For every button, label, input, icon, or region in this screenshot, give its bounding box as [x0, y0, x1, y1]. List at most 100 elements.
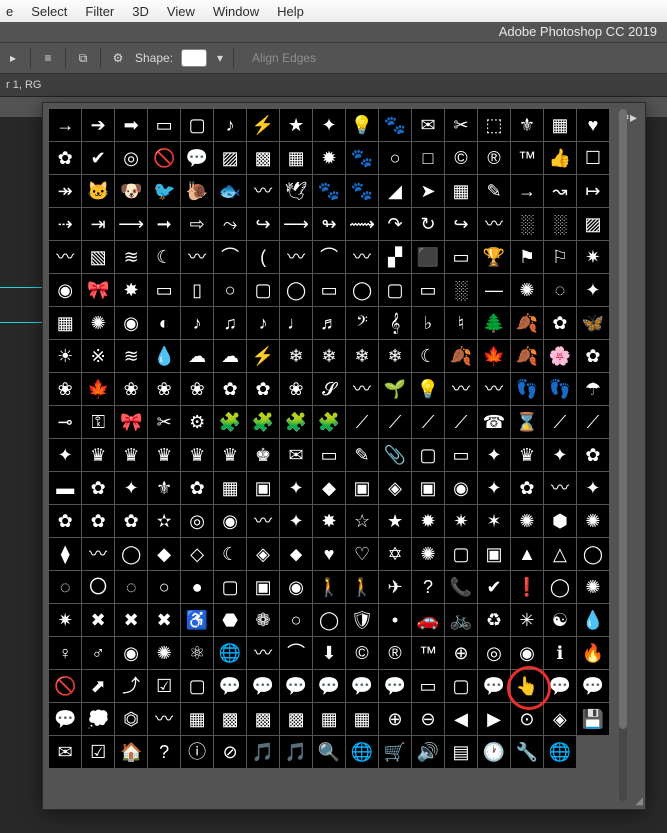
shape-thumb[interactable]: ▤	[445, 736, 477, 768]
shape-thumb[interactable]: 🎵	[247, 736, 279, 768]
shape-thumb[interactable]: 💬	[478, 670, 510, 702]
shape-thumb[interactable]: ⟋	[544, 406, 576, 438]
menu-item[interactable]: e	[6, 4, 13, 19]
align-edges-label[interactable]: Align Edges	[252, 51, 316, 65]
shape-thumb[interactable]: ◌	[49, 571, 81, 603]
shape-thumb[interactable]: ♂	[82, 637, 114, 669]
shape-thumb[interactable]: ▦	[214, 472, 246, 504]
shape-thumb[interactable]: ☑	[148, 670, 180, 702]
shape-thumb[interactable]: ▭	[148, 274, 180, 306]
shape-thumb[interactable]: ◈	[247, 538, 279, 570]
shape-thumb[interactable]: ◌	[115, 571, 147, 603]
shape-thumb[interactable]: ✺	[148, 637, 180, 669]
shape-thumb[interactable]: ✿	[49, 505, 81, 537]
shape-thumb[interactable]: ✶	[478, 505, 510, 537]
shape-thumb[interactable]: ▭	[445, 439, 477, 471]
shape-thumb[interactable]: ⚡	[247, 109, 279, 141]
shape-thumb[interactable]: 💧	[577, 604, 609, 636]
shape-thumb[interactable]: 🐌	[181, 175, 213, 207]
shape-thumb[interactable]: ✺	[82, 307, 114, 339]
shape-thumb[interactable]: ⌒	[280, 637, 312, 669]
shape-thumb[interactable]: 💬	[214, 670, 246, 702]
shape-thumb[interactable]: 💬	[346, 670, 378, 702]
shape-thumb[interactable]: ™	[412, 637, 444, 669]
shape-thumb[interactable]: ▞	[379, 241, 411, 273]
shape-thumb[interactable]: ⇢	[49, 208, 81, 240]
shape-thumb[interactable]: 🔊	[412, 736, 444, 768]
shape-thumb[interactable]: ☁	[214, 340, 246, 372]
shape-thumb[interactable]: ⚙	[181, 406, 213, 438]
shape-thumb[interactable]: ↻	[412, 208, 444, 240]
shape-thumb[interactable]: ✿	[82, 505, 114, 537]
shape-thumb[interactable]: ✿	[247, 373, 279, 405]
shape-thumb[interactable]: 🚶	[313, 571, 345, 603]
shape-thumb[interactable]: ™	[511, 142, 543, 174]
shape-thumb[interactable]: ⚛	[181, 637, 213, 669]
shape-thumb[interactable]: ⬢	[544, 505, 576, 537]
shape-thumb[interactable]: ✦	[115, 472, 147, 504]
shape-thumb[interactable]: ⇥	[82, 208, 114, 240]
shape-thumb[interactable]: ♥	[313, 538, 345, 570]
shape-thumb[interactable]: ✺	[412, 538, 444, 570]
shape-thumb[interactable]: ✎	[346, 439, 378, 471]
shape-thumb[interactable]: ↷	[379, 208, 411, 240]
shape-thumb[interactable]: ☾	[214, 538, 246, 570]
shape-thumb[interactable]: ▦	[49, 307, 81, 339]
shape-thumb[interactable]: ▭	[313, 274, 345, 306]
shape-thumb[interactable]: ✉	[412, 109, 444, 141]
shape-thumb[interactable]: ◉	[280, 571, 312, 603]
shape-thumb[interactable]: ♪	[181, 307, 213, 339]
shape-thumb[interactable]: ®	[379, 637, 411, 669]
shape-thumb[interactable]: 🐾	[313, 175, 345, 207]
shape-thumb[interactable]: ♬	[313, 307, 345, 339]
shape-thumb[interactable]: 🍁	[82, 373, 114, 405]
shape-thumb[interactable]: ▩	[214, 703, 246, 735]
shape-thumb[interactable]: 🔥	[577, 637, 609, 669]
shape-thumb[interactable]: 🧩	[313, 406, 345, 438]
shape-thumb[interactable]: ?	[148, 736, 180, 768]
shape-thumb[interactable]: 〰	[445, 373, 477, 405]
shape-thumb[interactable]: ✿	[577, 340, 609, 372]
shape-thumb[interactable]: ➤	[412, 175, 444, 207]
shape-thumb[interactable]: ▣	[478, 538, 510, 570]
shape-thumb[interactable]: ♀	[49, 637, 81, 669]
shape-thumb[interactable]: ℹ	[544, 637, 576, 669]
shape-thumb[interactable]: 🕊	[280, 175, 312, 207]
shape-thumb[interactable]: 💧	[148, 340, 180, 372]
shape-thumb[interactable]: ▢	[181, 109, 213, 141]
shape-thumb[interactable]: ▢	[445, 538, 477, 570]
shape-thumb[interactable]: 〰	[478, 373, 510, 405]
shape-thumb[interactable]: ◈	[379, 472, 411, 504]
shape-thumb[interactable]: 🍁	[478, 340, 510, 372]
menu-item[interactable]: View	[167, 4, 195, 19]
shape-thumb[interactable]: ◢	[379, 175, 411, 207]
shape-thumb[interactable]: 🍂	[445, 340, 477, 372]
shape-thumb[interactable]: ↠	[49, 175, 81, 207]
shape-thumb[interactable]: ▦	[445, 175, 477, 207]
shape-thumb[interactable]: ✂	[445, 109, 477, 141]
shape-thumb[interactable]: (	[247, 241, 279, 273]
scrollbar-thumb[interactable]	[619, 109, 627, 729]
shape-thumb[interactable]: 🍂	[511, 307, 543, 339]
shape-thumb[interactable]: ◎	[115, 142, 147, 174]
shape-thumb[interactable]: ≋	[115, 340, 147, 372]
shape-thumb[interactable]: ▢	[379, 274, 411, 306]
shape-thumb[interactable]: ░	[445, 274, 477, 306]
shape-thumb[interactable]: ☯	[544, 604, 576, 636]
shape-thumb[interactable]: ☾	[412, 340, 444, 372]
document-tab[interactable]: r 1, RG	[0, 74, 667, 97]
shape-thumb[interactable]: ▢	[445, 670, 477, 702]
shape-thumb[interactable]: ▢	[412, 439, 444, 471]
shape-thumb[interactable]: ♩	[280, 307, 312, 339]
shape-thumb[interactable]: ◉	[115, 307, 147, 339]
shape-thumb[interactable]: ↦	[577, 175, 609, 207]
shape-thumb[interactable]: 🌱	[379, 373, 411, 405]
shape-thumb[interactable]: 🎵	[280, 736, 312, 768]
shape-thumb[interactable]: ♛	[214, 439, 246, 471]
shape-thumb[interactable]: ⊖	[412, 703, 444, 735]
shape-thumb[interactable]: ⬇	[313, 637, 345, 669]
shape-thumb[interactable]: ♛	[511, 439, 543, 471]
shape-thumb[interactable]: ?	[412, 571, 444, 603]
shape-preview[interactable]	[181, 49, 207, 67]
shape-thumb[interactable]: ⟶	[280, 208, 312, 240]
